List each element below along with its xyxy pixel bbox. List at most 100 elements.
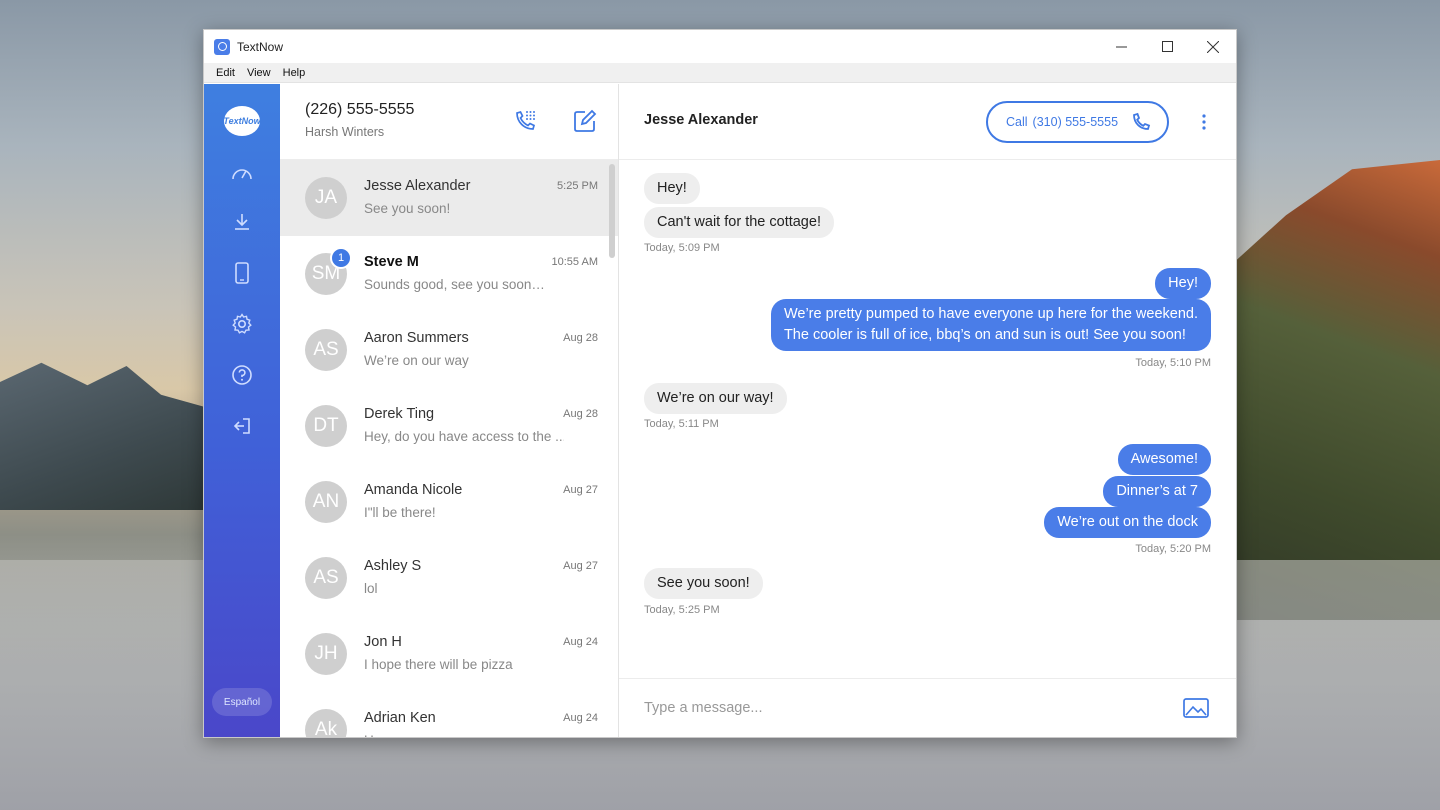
call-label: Call bbox=[1006, 115, 1028, 129]
menu-view[interactable]: View bbox=[241, 67, 277, 79]
avatar: Ak bbox=[305, 709, 347, 737]
dialpad-call-button[interactable] bbox=[512, 108, 538, 134]
conversation-item[interactable]: AS Aaron Summers We’re on our way Aug 28 bbox=[280, 312, 618, 388]
desktop-mountain-left bbox=[0, 362, 230, 510]
window-title: TextNow bbox=[237, 39, 284, 54]
conversation-name: Aaron Summers bbox=[364, 330, 469, 346]
conversation-time: 10:55 AM bbox=[551, 256, 598, 268]
message-timestamp: Today, 5:09 PM bbox=[644, 242, 720, 254]
conversation-scrollbar[interactable] bbox=[609, 164, 615, 258]
conversation-preview: Hey, do you have access to the ... bbox=[364, 429, 564, 444]
outgoing-message: We’re out on the dock bbox=[1044, 507, 1211, 538]
avatar: AS bbox=[305, 557, 347, 599]
compose-button[interactable] bbox=[572, 108, 598, 134]
conversation-item[interactable]: JA Jesse Alexander See you soon! 5:25 PM bbox=[280, 160, 618, 236]
speedometer-icon[interactable] bbox=[228, 160, 256, 188]
conversation-item[interactable]: JH Jon H I hope there will be pizza Aug 24 bbox=[280, 616, 618, 692]
conversation-name: Adrian Ken bbox=[364, 710, 436, 726]
app-icon bbox=[214, 38, 230, 55]
conversation-name: Derek Ting bbox=[364, 406, 435, 422]
outgoing-message: Awesome! bbox=[1117, 444, 1211, 475]
phone-device-icon[interactable] bbox=[228, 259, 256, 287]
title-bar[interactable]: TextNow bbox=[204, 30, 1236, 63]
desktop-mountain-right bbox=[1220, 160, 1440, 620]
account-number: (226) 555-5555 bbox=[305, 101, 415, 118]
chat-contact-name: Jesse Alexander bbox=[644, 112, 758, 128]
incoming-message: Can't wait for the cottage! bbox=[644, 207, 834, 238]
conversation-time: Aug 28 bbox=[563, 408, 598, 420]
conversation-name: Steve M bbox=[364, 254, 419, 270]
compose-icon bbox=[574, 109, 597, 132]
conversation-time: Aug 27 bbox=[563, 560, 598, 572]
chat-panel: Jesse Alexander Call (310) 555-5555 Hey!… bbox=[619, 84, 1236, 737]
close-button[interactable] bbox=[1190, 30, 1236, 63]
more-options-button[interactable] bbox=[1196, 110, 1212, 134]
outgoing-message: Hey! bbox=[1155, 268, 1211, 299]
maximize-icon bbox=[1161, 41, 1173, 52]
help-icon[interactable] bbox=[228, 361, 256, 389]
outgoing-message: We’re pretty pumped to have everyone up … bbox=[770, 299, 1211, 351]
chat-header: Jesse Alexander Call (310) 555-5555 bbox=[619, 84, 1236, 160]
conversation-preview: We’re on our way bbox=[364, 353, 469, 368]
close-icon bbox=[1207, 40, 1219, 53]
message-composer bbox=[619, 678, 1236, 737]
avatar: AN bbox=[305, 481, 347, 523]
window-controls bbox=[1098, 30, 1236, 63]
language-toggle[interactable]: Español bbox=[212, 688, 272, 716]
conversation-item[interactable]: AN Amanda Nicole I"ll be there! Aug 27 bbox=[280, 464, 618, 540]
conversation-preview: See you soon! bbox=[364, 201, 451, 216]
unread-badge: 1 bbox=[330, 247, 352, 269]
conversation-preview: I hope there will be pizza bbox=[364, 657, 513, 672]
message-input[interactable] bbox=[644, 696, 1144, 720]
conversation-name: Amanda Nicole bbox=[364, 482, 463, 498]
message-timestamp: Today, 5:25 PM bbox=[644, 604, 720, 616]
conversation-name: Ashley S bbox=[364, 558, 422, 574]
conversation-preview: I"ll be there! bbox=[364, 505, 436, 520]
settings-icon[interactable] bbox=[228, 310, 256, 338]
conversation-time: Aug 27 bbox=[563, 484, 598, 496]
side-navigation: TextNow Español bbox=[204, 84, 280, 737]
message-thread: Hey! Can't wait for the cottage! Today, 5:… bbox=[619, 160, 1236, 680]
conversation-item[interactable]: Ak Adrian Ken Hey Aug 24 bbox=[280, 692, 618, 737]
app-window: TextNow Edit View Help TextNow Español (… bbox=[203, 29, 1237, 738]
logout-icon[interactable] bbox=[228, 412, 256, 440]
conversation-time: Aug 28 bbox=[563, 332, 598, 344]
incoming-message: We’re on our way! bbox=[644, 383, 787, 414]
more-vertical-icon bbox=[1202, 114, 1206, 130]
minimize-icon bbox=[1115, 46, 1127, 48]
conversation-time: Aug 24 bbox=[563, 712, 598, 724]
conversation-time: Aug 24 bbox=[563, 636, 598, 648]
conversation-preview: lol bbox=[364, 581, 378, 596]
conversation-time: 5:25 PM bbox=[557, 180, 598, 192]
conversation-item[interactable]: AS Ashley S lol Aug 27 bbox=[280, 540, 618, 616]
conversation-name: Jesse Alexander bbox=[364, 178, 471, 194]
avatar: AS bbox=[305, 329, 347, 371]
account-name: Harsh Winters bbox=[305, 125, 385, 139]
textnow-logo[interactable]: TextNow bbox=[223, 106, 261, 136]
phone-icon bbox=[1131, 112, 1151, 135]
conversation-list: JA Jesse Alexander See you soon! 5:25 PM SM 1… bbox=[280, 160, 618, 737]
call-number: (310) 555-5555 bbox=[1032, 115, 1119, 129]
maximize-button[interactable] bbox=[1144, 30, 1190, 63]
avatar: DT bbox=[305, 405, 347, 447]
download-icon[interactable] bbox=[228, 208, 256, 236]
message-timestamp: Today, 5:10 PM bbox=[1135, 357, 1211, 369]
conversation-name: Jon H bbox=[364, 634, 402, 650]
avatar: JH bbox=[305, 633, 347, 675]
account-header: (226) 555-5555 Harsh Winters bbox=[280, 84, 618, 160]
conversation-item[interactable]: SM 1 Steve M Sounds good, see you soon… 10:5… bbox=[280, 236, 618, 312]
conversation-item[interactable]: DT Derek Ting Hey, do you have access to t… bbox=[280, 388, 618, 464]
dialpad-icon bbox=[516, 110, 536, 130]
avatar: JA bbox=[305, 177, 347, 219]
menu-edit[interactable]: Edit bbox=[210, 67, 241, 79]
attach-image-button[interactable] bbox=[1182, 696, 1210, 720]
menu-bar: Edit View Help bbox=[204, 63, 1236, 83]
message-timestamp: Today, 5:20 PM bbox=[1135, 543, 1211, 555]
incoming-message: See you soon! bbox=[644, 568, 763, 599]
image-icon bbox=[1183, 698, 1209, 718]
call-contact-button[interactable]: Call (310) 555-5555 bbox=[986, 101, 1169, 143]
outgoing-message: Dinner’s at 7 bbox=[1103, 476, 1211, 507]
menu-help[interactable]: Help bbox=[277, 67, 312, 79]
minimize-button[interactable] bbox=[1098, 30, 1144, 63]
incoming-message: Hey! bbox=[644, 173, 700, 204]
